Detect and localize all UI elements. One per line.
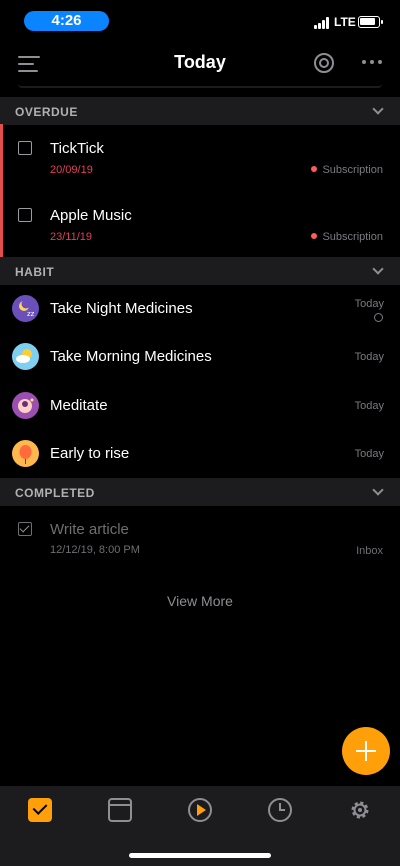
habit-when: Today <box>354 298 384 310</box>
header-divider <box>18 84 382 88</box>
habit-title: Early to rise <box>50 445 130 462</box>
habit-title: Meditate <box>50 397 108 414</box>
section-label: COMPLETED <box>15 486 95 500</box>
chevron-down-icon[interactable] <box>372 103 384 115</box>
list-color-dot <box>311 166 318 172</box>
habit-row[interactable]: zz Take Night Medicines Today <box>0 285 400 333</box>
habit-row[interactable]: Early to rise Today <box>0 430 400 478</box>
focus-icon[interactable] <box>314 53 334 73</box>
section-header-habit[interactable]: HABIT <box>0 257 400 285</box>
task-list-label: Subscription <box>322 231 383 243</box>
add-task-button[interactable] <box>342 727 390 775</box>
habit-title: Take Morning Medicines <box>50 348 212 365</box>
tab-pomodoro[interactable] <box>188 798 212 822</box>
task-row[interactable]: Apple Music 23/11/19 Subscription <box>0 192 400 257</box>
page-title: Today <box>174 52 226 72</box>
alarm-icon <box>374 313 383 322</box>
task-title: Write article <box>50 521 129 538</box>
task-list-label: Subscription <box>322 164 383 176</box>
status-time: 4:26 <box>24 11 109 31</box>
task-list-tag: Subscription <box>311 231 383 243</box>
completed-task-row[interactable]: Write article 12/12/19, 8:00 PM Inbox <box>0 506 400 570</box>
task-title: Apple Music <box>50 207 132 224</box>
habit-row[interactable]: Take Morning Medicines Today <box>0 333 400 381</box>
tab-habits-clock[interactable] <box>268 798 292 822</box>
habit-title: Take Night Medicines <box>50 300 193 317</box>
task-checkbox[interactable] <box>18 141 32 155</box>
section-header-completed[interactable]: COMPLETED <box>0 478 400 506</box>
habit-row[interactable]: Meditate Today <box>0 381 400 430</box>
habit-when: Today <box>354 448 384 460</box>
meditate-icon <box>12 392 39 419</box>
checked-box-icon[interactable] <box>18 522 32 536</box>
top-bar: Today <box>0 44 400 84</box>
chevron-down-icon[interactable] <box>372 484 384 496</box>
section-header-overdue[interactable]: OVERDUE <box>0 97 400 125</box>
task-row[interactable]: TickTick 20/09/19 Subscription <box>0 125 400 191</box>
tab-settings[interactable] <box>348 798 372 822</box>
signal-icon <box>314 17 332 29</box>
svg-text:zz: zz <box>27 310 35 318</box>
section-label: OVERDUE <box>15 105 78 119</box>
task-checkbox[interactable] <box>18 208 32 222</box>
night-moon-icon: zz <box>12 295 39 322</box>
habit-when: Today <box>354 400 384 412</box>
list-color-dot <box>311 233 318 239</box>
task-title: TickTick <box>50 140 104 157</box>
sun-cloud-icon <box>12 343 39 370</box>
chevron-down-icon[interactable] <box>372 263 384 275</box>
habit-when: Today <box>354 351 384 363</box>
section-label: HABIT <box>15 265 55 279</box>
task-list-tag: Subscription <box>311 164 383 176</box>
gear-icon <box>351 801 369 819</box>
balloon-icon <box>12 440 39 467</box>
task-date: 12/12/19, 8:00 PM <box>50 544 140 556</box>
task-list-label: Inbox <box>356 545 383 557</box>
tab-tasks[interactable] <box>28 798 52 822</box>
tab-calendar[interactable] <box>108 798 132 822</box>
battery-icon <box>358 16 383 28</box>
view-more-button[interactable]: View More <box>0 593 400 609</box>
more-icon[interactable] <box>362 60 382 66</box>
task-date: 20/09/19 <box>50 164 93 176</box>
home-indicator <box>129 853 271 858</box>
task-date: 23/11/19 <box>50 231 93 243</box>
status-bar: 4:26 LTE <box>0 0 400 44</box>
network-label: LTE <box>334 15 356 29</box>
